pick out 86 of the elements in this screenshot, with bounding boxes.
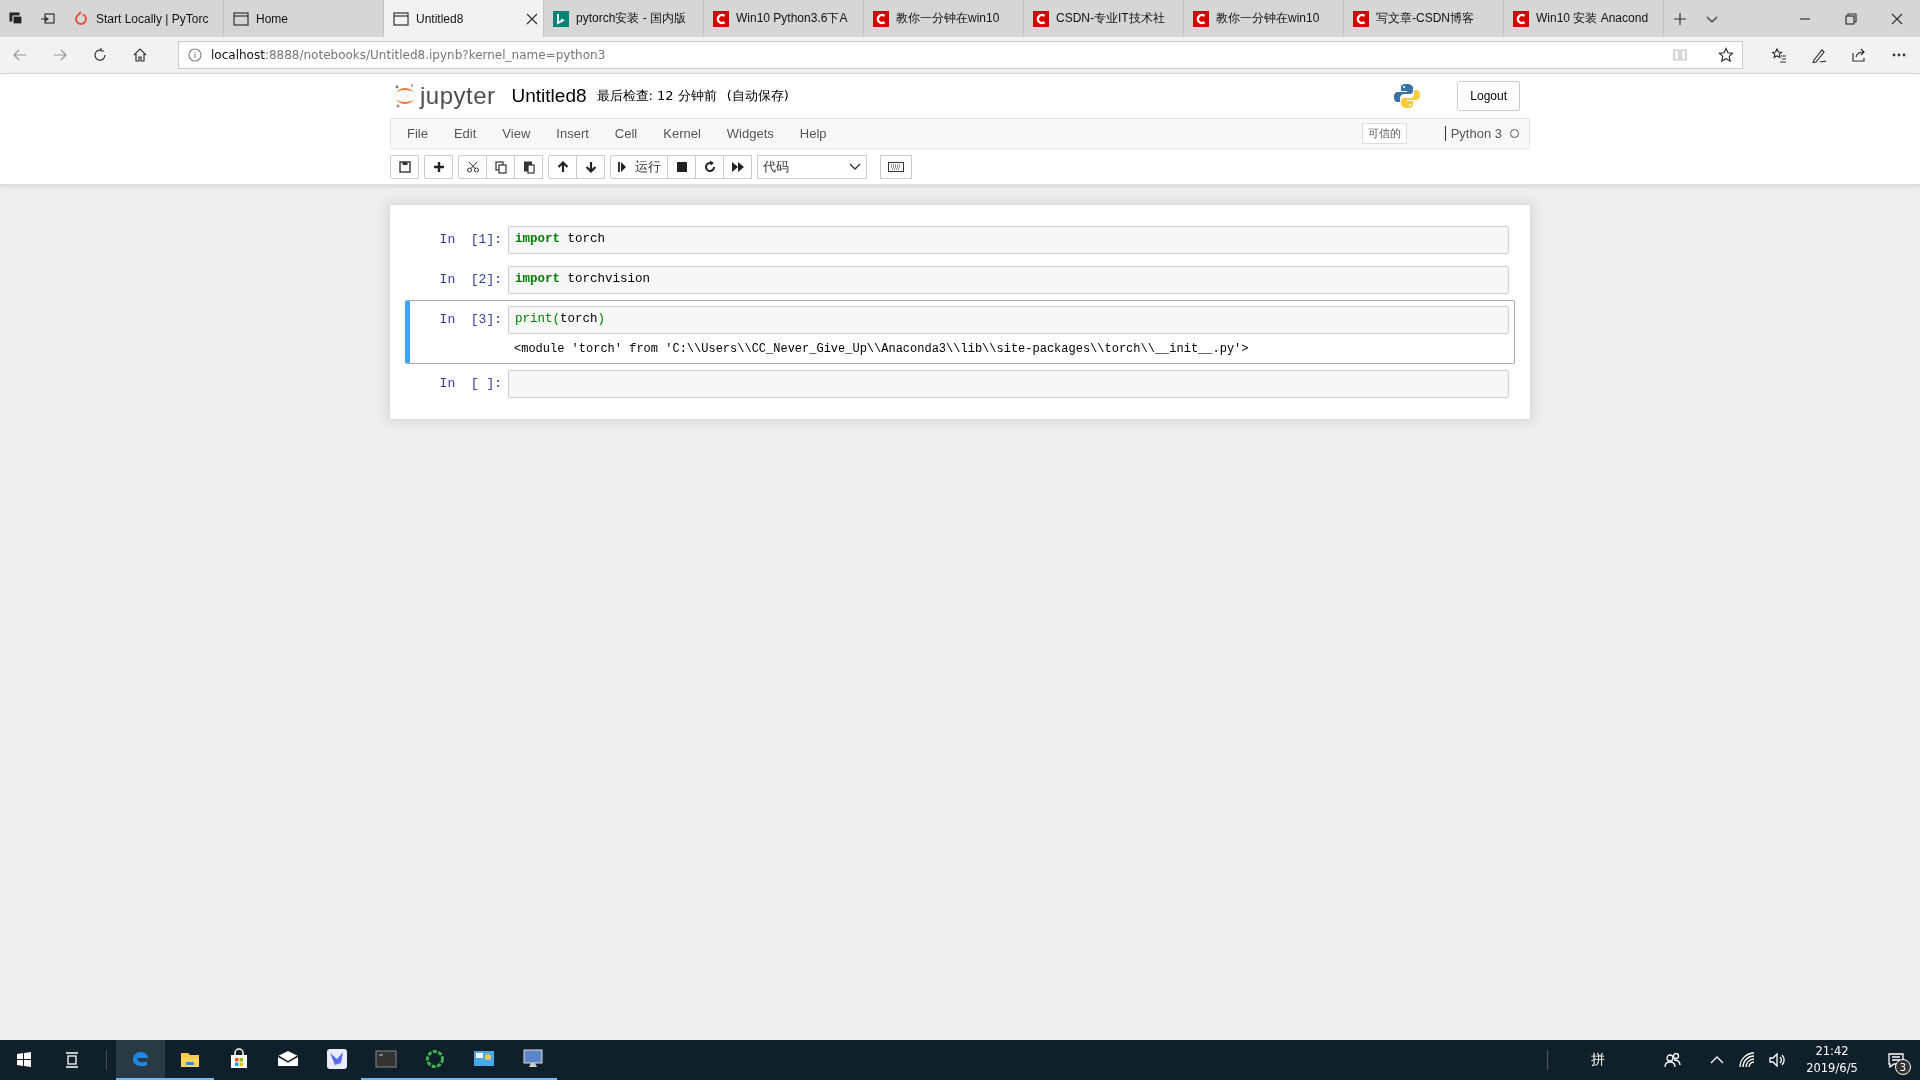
windows-start-icon[interactable] [15, 1051, 33, 1069]
clock-time[interactable]: 21:42 [1815, 1043, 1849, 1060]
chevron-down-icon [849, 162, 861, 171]
checkpoint-text: 最后检查: 12 分钟前 [596, 87, 717, 105]
trusted-badge[interactable]: 可信的 [1361, 123, 1407, 144]
cell-prompt: In [2]: [438, 271, 503, 287]
arrow-down-icon [583, 159, 598, 174]
back-icon[interactable] [12, 47, 28, 63]
fast-forward-button[interactable] [723, 154, 752, 179]
notebook-cell[interactable]: In [ ]: [405, 364, 1515, 404]
logout-button[interactable]: Logout [1457, 81, 1520, 111]
url-text: localhost:8888/notebooks/Untitled8.ipynb?kernel_name=python3 [211, 48, 606, 62]
pen-icon[interactable] [1811, 47, 1827, 63]
code-input[interactable]: import torch [508, 226, 1509, 254]
save-icon [397, 159, 412, 174]
copy-icon [493, 159, 508, 174]
cell-prompt: In [3]: [438, 311, 503, 327]
stop-icon [674, 159, 689, 174]
save-button[interactable] [390, 154, 419, 179]
refresh-icon[interactable] [92, 47, 108, 63]
menu-item[interactable]: Kernel [650, 126, 714, 141]
notebook-cell[interactable]: In [1]: import torch [405, 220, 1515, 260]
stop-button[interactable] [667, 154, 696, 179]
scissors-icon [465, 159, 480, 174]
down-button[interactable] [576, 154, 605, 179]
page-icon [393, 11, 409, 26]
plus-icon [431, 159, 446, 174]
browser-tab[interactable]: Untitled8 [384, 0, 544, 37]
new-tab-icon[interactable] [1672, 10, 1688, 27]
close-icon[interactable] [526, 12, 538, 25]
paste-icon [521, 159, 536, 174]
bird-icon [324, 1047, 349, 1071]
menu-item[interactable]: Edit [440, 126, 490, 141]
code-input[interactable] [508, 370, 1509, 398]
favorite-icon[interactable] [1718, 47, 1734, 63]
forward-icon[interactable] [52, 47, 68, 63]
tab-preview-icon[interactable] [40, 10, 56, 27]
notification-icon[interactable] [1887, 1051, 1905, 1069]
arrow-up-icon [555, 159, 570, 174]
favorites-list-icon[interactable] [1771, 47, 1787, 63]
input-method-indicator[interactable]: 拼 [1568, 1040, 1628, 1080]
cut-button[interactable] [458, 154, 487, 179]
fast-forward-icon [730, 159, 745, 174]
menu-item[interactable]: Help [786, 126, 840, 141]
share-icon[interactable] [1851, 47, 1867, 63]
address-field[interactable]: localhost:8888/notebooks/Untitled8.ipynb?kernel_name=python3 [178, 41, 1743, 69]
jupyter-logo-icon [394, 83, 416, 109]
up-button[interactable] [548, 154, 577, 179]
terminal-icon [373, 1047, 398, 1071]
jupyter-wordmark: jupyter [420, 82, 496, 110]
menu-item[interactable]: File [391, 126, 441, 141]
home-icon[interactable] [132, 47, 148, 63]
keyboard-icon [888, 161, 904, 172]
people-icon[interactable] [1664, 1051, 1682, 1069]
notification-count: 3 [1895, 1059, 1911, 1075]
page-icon [233, 11, 249, 26]
tabs-aside-icon[interactable] [8, 10, 24, 27]
keyboard-button[interactable] [880, 154, 912, 179]
cell-prompt: In [ ]: [438, 375, 503, 391]
info-icon[interactable] [187, 47, 203, 63]
notebook-title[interactable]: Untitled8 [511, 85, 587, 107]
notebook-cell[interactable]: In [3]: print(torch) <module 'torch' from 'C:\\Users\\CC_Never_Give_Up\\Anaconda3\\lib\\site-packages\\torch\\__init__.py'> [405, 300, 1515, 364]
autosave-text: (自动保存) [726, 87, 789, 105]
menu-item[interactable]: Cell [601, 126, 651, 141]
task-view-icon[interactable] [63, 1051, 81, 1069]
menu-item[interactable]: Widgets [713, 126, 787, 141]
restart-icon [702, 159, 717, 174]
code-input[interactable]: import torchvision [508, 266, 1509, 294]
notebook-cell[interactable]: In [2]: import torchvision [405, 260, 1515, 300]
cell-type-dropdown[interactable]: 代码 [757, 154, 867, 179]
run-button[interactable]: 运行 [610, 154, 668, 179]
menu-item[interactable]: Insert [543, 126, 602, 141]
restart-button[interactable] [695, 154, 724, 179]
clock-date[interactable]: 2019/6/5 [1806, 1060, 1858, 1077]
paste-button[interactable] [514, 154, 543, 179]
restore-icon[interactable] [1843, 10, 1859, 27]
python-logo-icon [1393, 82, 1422, 110]
menu-item[interactable]: View [489, 126, 544, 141]
wifi-icon[interactable] [1738, 1051, 1756, 1069]
volume-icon[interactable] [1768, 1051, 1786, 1069]
kernel-name: Python 3 [1450, 126, 1502, 141]
add-button[interactable] [424, 154, 453, 179]
cell-output: <module 'torch' from 'C:\\Users\\CC_Never_Give_Up\\Anaconda3\\lib\\site-packages\\torch\\__init__.py'> [513, 341, 1250, 358]
cell-prompt: In [1]: [438, 231, 503, 247]
code-input[interactable]: print(torch) [508, 306, 1509, 334]
copy-button[interactable] [486, 154, 515, 179]
